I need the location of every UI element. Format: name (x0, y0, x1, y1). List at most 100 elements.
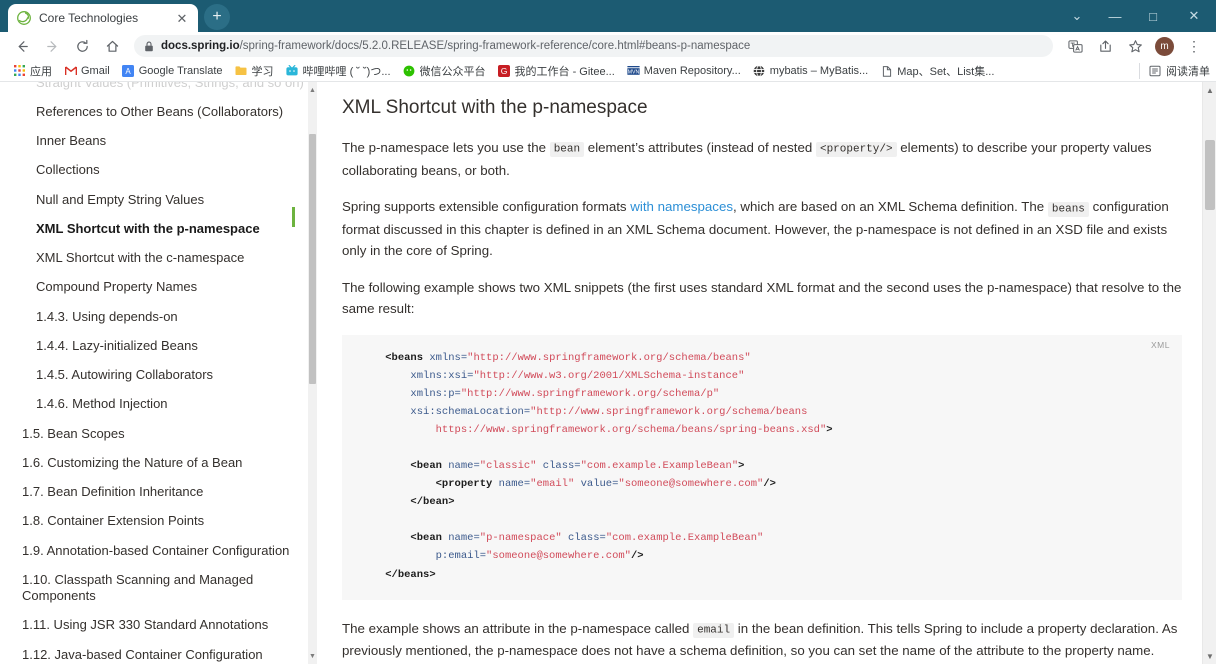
table-of-contents-sidebar: Straight Values (Primitives, Strings, an… (0, 82, 320, 664)
toc-item-annotation-based-container-configuration[interactable]: 1.9. Annotation-based Container Configur… (22, 536, 305, 565)
back-icon[interactable] (8, 32, 36, 60)
spring-favicon-icon (16, 10, 32, 26)
toc-item-xml-shortcut-c-namespace[interactable]: XML Shortcut with the c-namespace (22, 244, 305, 273)
page-scroll-down-arrow-icon[interactable]: ▼ (1203, 649, 1216, 663)
bookmark-apps[interactable]: 应用 (8, 62, 57, 80)
toc-item-customizing-nature-of-bean[interactable]: 1.6. Customizing the Nature of a Bean (22, 448, 305, 477)
toc-item-classpath-scanning[interactable]: 1.10. Classpath Scanning and Managed Com… (22, 565, 305, 611)
toc-item-using-depends-on[interactable]: 1.4.3. Using depends-on (22, 302, 305, 331)
bookmark-bilibili[interactable]: 哔哩哔哩 ( ˘ ˘)つ... (281, 62, 396, 80)
close-icon[interactable]: ✕ (174, 10, 190, 26)
reading-list-button[interactable]: 阅读清单 (1139, 62, 1210, 79)
bookmark-mybatis[interactable]: mybatis – MyBatis... (748, 63, 873, 78)
text-fragment: The example shows an attribute in the p-… (342, 620, 694, 636)
bookmark-folder-study[interactable]: 学习 (230, 62, 279, 80)
bookmark-label: Map、Set、List集... (897, 65, 995, 78)
code-token-pun (360, 406, 410, 418)
inline-code-beans: beans (1047, 201, 1089, 217)
code-token-str: "p-namespace" (479, 532, 562, 545)
bookmark-label: mybatis – MyBatis... (769, 64, 869, 77)
code-token-tag: /> (630, 550, 644, 563)
bookmark-gmail[interactable]: Gmail (59, 63, 115, 78)
toc-item-java-based-container-configuration[interactable]: 1.12. Java-based Container Configuration (22, 640, 305, 664)
bookmark-label: 微信公众平台 (419, 65, 486, 78)
browser-menu-icon[interactable]: ⋮ (1180, 32, 1208, 60)
toc-item-compound-property-names[interactable]: Compound Property Names (22, 273, 305, 302)
code-token-pun (360, 532, 410, 544)
bookmark-google-translate[interactable]: A Google Translate (117, 63, 228, 78)
bookmark-label: Gmail (81, 64, 110, 77)
toc-list: Straight Values (Primitives, Strings, an… (22, 82, 305, 664)
toc-item-lazy-initialized-beans[interactable]: 1.4.4. Lazy-initialized Beans (22, 331, 305, 360)
toc-item-container-extension-points[interactable]: 1.8. Container Extension Points (22, 507, 305, 536)
link-with-namespaces[interactable]: with namespaces (630, 199, 733, 214)
code-token-attr: xsi:schemaLocation= (410, 406, 531, 419)
text-fragment: element’s attributes (instead of nested (584, 139, 816, 155)
code-token-pun (360, 370, 410, 382)
sidebar-scroll-thumb[interactable] (309, 134, 316, 384)
bookmark-gitee[interactable]: G 我的工作台 - Gitee... (493, 62, 620, 80)
bookmark-wechat[interactable]: 微信公众平台 (398, 62, 491, 80)
inline-code-email: email (693, 623, 735, 639)
reading-list-icon (1148, 64, 1161, 77)
address-bar[interactable]: docs.spring.io/spring-framework/docs/5.2… (134, 35, 1053, 57)
toc-item-bean-definition-inheritance[interactable]: 1.7. Bean Definition Inheritance (22, 478, 305, 507)
toc-item-inner-beans[interactable]: Inner Beans (22, 127, 305, 156)
home-icon[interactable] (98, 32, 126, 60)
google-translate-icon: A (122, 64, 135, 77)
code-token-pun (360, 352, 385, 364)
browser-tab[interactable]: Core Technologies ✕ (8, 4, 198, 32)
paragraph-explanation: The example shows an attribute in the p-… (342, 618, 1182, 662)
code-token-str: "someone@somewhere.com" (486, 550, 631, 563)
code-token-attr: xmlns:xsi= (410, 370, 474, 383)
bookmark-label: 学习 (251, 65, 274, 78)
url-text: docs.spring.io/spring-framework/docs/5.2… (161, 40, 750, 52)
globe-icon (753, 64, 766, 77)
scroll-down-arrow-icon[interactable]: ▼ (308, 650, 317, 662)
toc-item-bean-scopes[interactable]: 1.5. Bean Scopes (22, 419, 305, 448)
page-icon (880, 64, 893, 77)
close-button[interactable]: ✕ (1172, 0, 1216, 32)
toc-item-xml-shortcut-p-namespace[interactable]: XML Shortcut with the p-namespace (22, 214, 305, 243)
bookmark-star-icon[interactable] (1121, 32, 1149, 60)
toc-item-autowiring-collaborators[interactable]: 1.4.5. Autowiring Collaborators (22, 361, 305, 390)
sidebar-scrollbar[interactable]: ▲ ▼ (308, 82, 317, 664)
page-scroll-up-arrow-icon[interactable]: ▲ (1203, 83, 1216, 97)
toc-item-jsr-330-annotations[interactable]: 1.11. Using JSR 330 Standard Annotations (22, 611, 305, 640)
code-content[interactable]: <beans xmlns="http://www.springframework… (360, 349, 1164, 584)
bookmark-maven-repository[interactable]: MVN Maven Repository... (622, 63, 746, 78)
toc-item-straight-values[interactable]: Straight Values (Primitives, Strings, an… (22, 82, 305, 97)
toc-item-references-to-other-beans[interactable]: References to Other Beans (Collaborators… (22, 97, 305, 126)
maximize-button[interactable]: □ (1134, 0, 1172, 32)
scroll-up-arrow-icon[interactable]: ▲ (308, 84, 317, 96)
code-token-tag: > (738, 460, 745, 473)
toc-item-null-and-empty-string-values[interactable]: Null and Empty String Values (22, 185, 305, 214)
chevron-down-icon[interactable]: ⌄ (1058, 0, 1096, 32)
code-token-attr: class= (542, 460, 581, 473)
svg-text:MVN: MVN (628, 70, 640, 76)
navigation-toolbar: docs.spring.io/spring-framework/docs/5.2… (0, 32, 1216, 60)
profile-avatar[interactable]: m (1155, 36, 1174, 56)
page-scroll-thumb[interactable] (1205, 140, 1215, 210)
forward-icon[interactable] (38, 32, 66, 60)
maven-icon: MVN (627, 64, 640, 77)
code-token-tag: <bean (410, 532, 442, 545)
toc-item-collections[interactable]: Collections (22, 156, 305, 185)
bookmark-map-set-list[interactable]: Map、Set、List集... (875, 62, 999, 80)
toc-item-method-injection[interactable]: 1.4.6. Method Injection (22, 390, 305, 419)
code-token-attr: name= (448, 532, 480, 545)
minimize-button[interactable]: — (1096, 0, 1134, 32)
article-content: XML Shortcut with the p-namespace The p-… (320, 82, 1216, 664)
reload-icon[interactable] (68, 32, 96, 60)
code-token-str: "com.example.ExampleBean" (605, 532, 764, 545)
page-scrollbar[interactable]: ▲ ▼ (1202, 82, 1216, 664)
translate-icon[interactable] (1061, 32, 1089, 60)
new-tab-button[interactable]: + (204, 4, 230, 30)
code-token-tag: > (826, 424, 833, 437)
browser-window: Core Technologies ✕ + ⌄ — □ ✕ docs.sprin… (0, 0, 1216, 664)
code-token-str: "http://www.springframework.org/schema/b… (530, 406, 808, 419)
folder-icon (235, 64, 248, 77)
inline-code-bean: bean (549, 142, 585, 158)
share-icon[interactable] (1091, 32, 1119, 60)
bookmark-label: 应用 (30, 65, 52, 78)
